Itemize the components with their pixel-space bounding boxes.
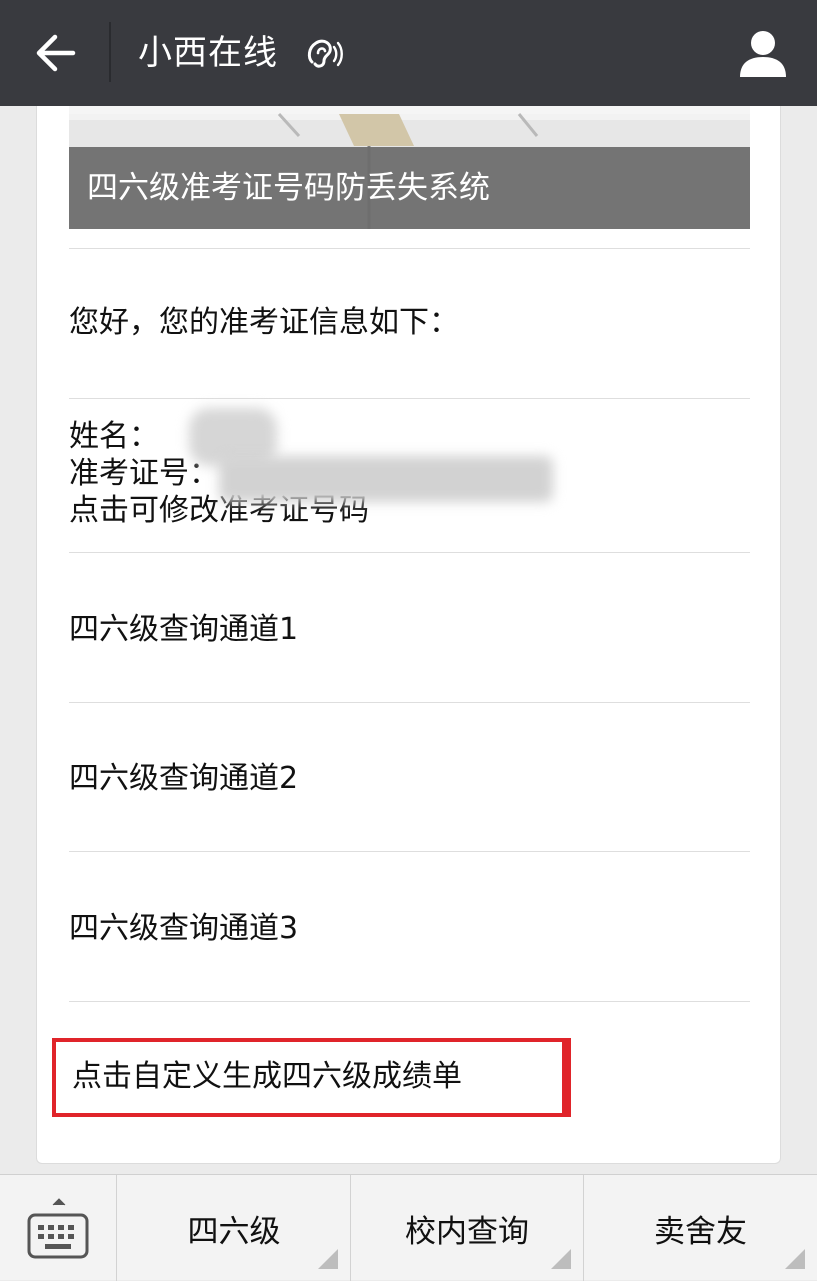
person-icon	[740, 31, 786, 77]
redacted-ticket-number	[219, 456, 553, 502]
bottom-menu-bar: 四六级 校内查询 卖舍友	[0, 1174, 817, 1281]
page-title: 小西在线	[138, 33, 278, 73]
menu-tab-roommate[interactable]: 卖舍友	[584, 1175, 817, 1281]
custom-report-label: 点击自定义生成四六级成绩单	[72, 1059, 462, 1094]
divider	[69, 248, 750, 249]
header-divider	[109, 22, 111, 82]
channel-2-link[interactable]: 四六级查询通道2	[69, 758, 750, 800]
ticket-info-item[interactable]: 姓名： 准考证号： 点击可修改准考证号码	[69, 408, 750, 529]
banner[interactable]: 四六级准考证号码防丢失系统	[69, 106, 750, 229]
arrow-left-icon	[36, 34, 76, 72]
submenu-indicator-icon	[785, 1249, 805, 1269]
divider	[69, 851, 750, 852]
chevron-up-icon	[52, 1198, 66, 1206]
menu-tab-cet[interactable]: 四六级	[118, 1175, 351, 1281]
menu-tab-label: 校内查询	[405, 1213, 529, 1250]
message-card: 四六级准考证号码防丢失系统 您好，您的准考证信息如下： 姓名： 准考证号： 点击…	[36, 106, 781, 1164]
submenu-indicator-icon	[318, 1249, 338, 1269]
divider	[69, 702, 750, 703]
channel-1-link[interactable]: 四六级查询通道1	[69, 609, 750, 651]
back-button[interactable]	[22, 22, 88, 84]
profile-button[interactable]	[728, 20, 798, 86]
keyboard-icon	[27, 1213, 89, 1259]
menu-tab-label: 卖舍友	[654, 1213, 747, 1250]
submenu-indicator-icon	[551, 1249, 571, 1269]
menu-tab-campus-query[interactable]: 校内查询	[351, 1175, 584, 1281]
menu-tab-label: 四六级	[187, 1213, 281, 1250]
top-navigation-bar: 小西在线	[0, 0, 817, 106]
keyboard-toggle-button[interactable]	[0, 1175, 117, 1281]
custom-report-link[interactable]: 点击自定义生成四六级成绩单	[52, 1038, 571, 1117]
channel-3-link[interactable]: 四六级查询通道3	[69, 908, 750, 950]
banner-title: 四六级准考证号码防丢失系统	[87, 170, 490, 206]
divider	[69, 552, 750, 553]
name-label: 姓名：	[69, 419, 159, 454]
divider	[69, 398, 750, 399]
greeting-text: 您好，您的准考证信息如下：	[69, 305, 459, 340]
divider	[69, 1001, 750, 1002]
ear-icon[interactable]	[304, 36, 344, 72]
